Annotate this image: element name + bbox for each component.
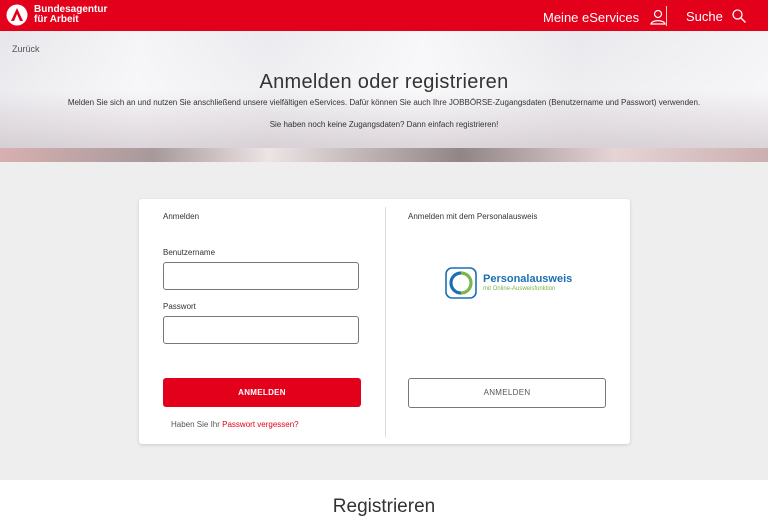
personalausweis-icon: [445, 267, 477, 299]
register-title: Registrieren: [332, 496, 436, 517]
id-login-button[interactable]: ANMELDEN: [408, 378, 606, 408]
username-field[interactable]: [163, 262, 359, 290]
personalausweis-name: Personalausweis: [483, 272, 573, 285]
search-icon: [732, 9, 746, 23]
login-card: Anmelden Benutzername Passwort ANMELDEN …: [139, 199, 630, 444]
page-title: Anmelden oder registrieren: [259, 71, 509, 93]
forgot-password-text: Haben Sie Ihr Passwort vergessen?: [171, 420, 299, 429]
login-button[interactable]: ANMELDEN: [163, 378, 361, 407]
hero-register-hint: Sie haben noch keine Zugangsdaten? Dann …: [269, 120, 499, 129]
password-field[interactable]: [163, 316, 359, 344]
register-section: Registrieren: [0, 480, 768, 521]
hero-intro-text: Melden Sie sich an und nutzen Sie anschl…: [67, 98, 701, 107]
personalausweis-logo: Personalausweis mit Online-Ausweisfunkti…: [445, 267, 572, 299]
column-divider: [385, 207, 386, 437]
password-label: Passwort: [163, 302, 196, 311]
nav-search[interactable]: Suche: [686, 8, 747, 24]
username-label: Benutzername: [163, 248, 216, 257]
brand-name[interactable]: Bundesagentur für Arbeit: [34, 5, 107, 25]
forgot-password-link[interactable]: Passwort vergessen?: [222, 420, 298, 429]
top-bar: Bundesagentur für Arbeit Meine eServices…: [0, 0, 768, 31]
id-login-title: Anmelden mit dem Personalausweis: [408, 212, 538, 221]
forgot-password-prefix: Haben Sie Ihr: [171, 420, 223, 429]
personalausweis-subtitle: mit Online-Ausweisfunktion: [483, 285, 556, 292]
nav-search-label: Suche: [686, 8, 723, 24]
login-title: Anmelden: [163, 212, 200, 221]
nav-eservices[interactable]: Meine eServices: [543, 8, 667, 26]
back-link[interactable]: Zurück: [12, 44, 40, 54]
user-icon: [650, 9, 666, 25]
ba-logo-icon[interactable]: [6, 4, 28, 26]
hero-image-strip: [0, 148, 768, 162]
nav-eservices-label: Meine eServices: [543, 9, 640, 25]
nav-separator: [666, 6, 667, 26]
hero-banner: Zurück Anmelden oder registrieren Melden…: [0, 31, 768, 162]
